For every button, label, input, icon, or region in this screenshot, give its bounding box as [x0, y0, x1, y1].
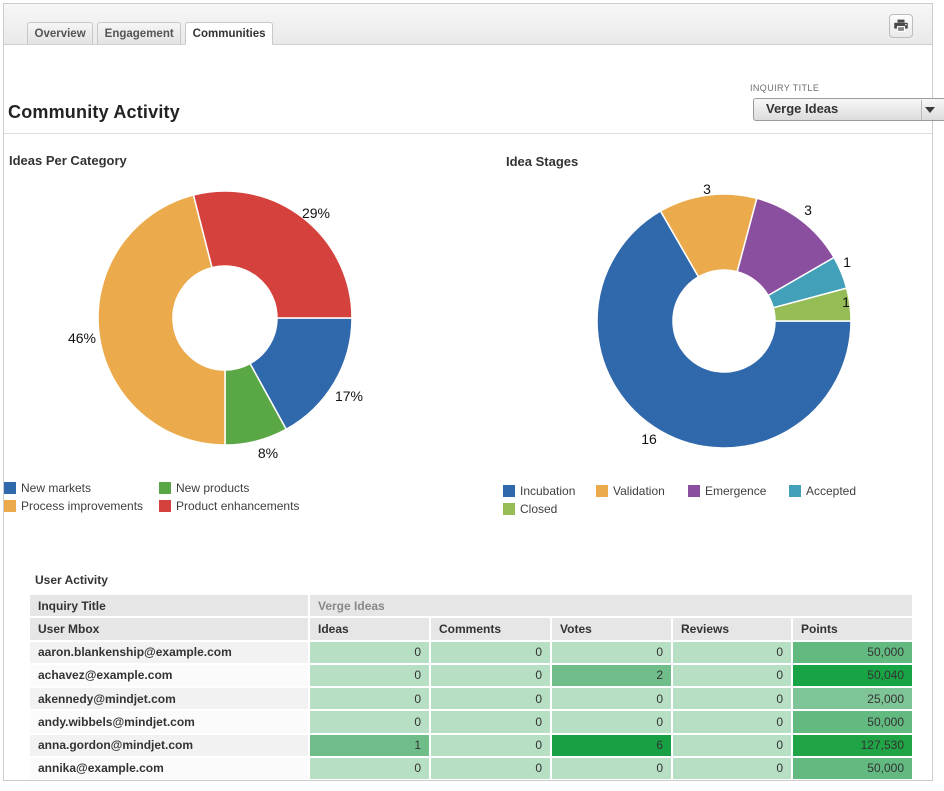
svg-text:8%: 8% [258, 445, 278, 461]
svg-text:3: 3 [703, 181, 711, 197]
svg-text:46%: 46% [68, 330, 96, 346]
svg-text:3: 3 [804, 202, 812, 218]
svg-text:16: 16 [641, 431, 657, 447]
svg-text:17%: 17% [335, 388, 363, 404]
svg-text:1: 1 [842, 294, 850, 310]
svg-text:29%: 29% [302, 205, 330, 221]
svg-text:1: 1 [843, 254, 851, 270]
